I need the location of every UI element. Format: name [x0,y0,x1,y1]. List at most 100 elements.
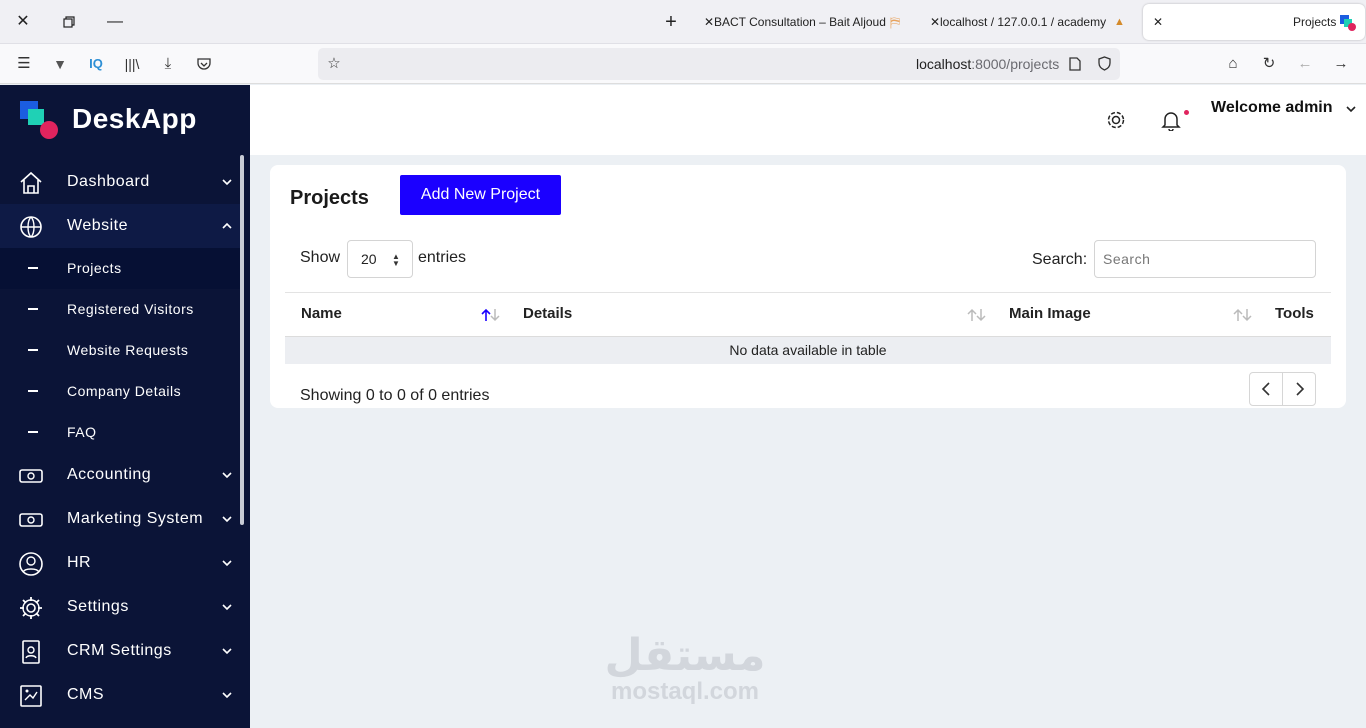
tab-bact-consultation[interactable]: ✕ BACT Consultation – Bait Aljoud ⛿ [702,4,912,40]
tab-title: localhost / 127.0.0.1 / academy [940,15,1107,29]
chevron-down-icon [222,648,232,655]
add-new-project-button[interactable]: Add New Project [400,175,561,215]
sidebar-item-dashboard[interactable]: Dashboard [0,160,240,204]
empty-table-message: No data available in table [285,337,1331,364]
chevron-down-icon[interactable] [1345,103,1357,115]
bookmark-star-icon[interactable]: ☆ [323,53,345,75]
user-menu-label[interactable]: Welcome admin [1211,99,1333,117]
sidebar-subitem-label: Website Requests [67,342,189,358]
sort-icon[interactable] [966,308,988,322]
table-info: Showing 0 to 0 of 0 entries [300,387,490,404]
pocket-icon[interactable] [193,53,215,75]
forward-arrow-icon[interactable]: → [1330,53,1352,75]
shield-icon[interactable] [1093,53,1115,75]
next-page-button[interactable] [1283,373,1316,405]
tab-title: Projects [1293,15,1337,29]
dash-icon [28,349,38,351]
sidebar-item-label: Accounting [67,466,152,483]
column-header-tools: Tools [1275,305,1314,322]
gear-icon [20,597,42,619]
home-icon[interactable]: ⌂ [1222,53,1244,75]
sidebar-item-hr[interactable]: HR [0,541,240,585]
tab-close-icon[interactable]: ✕ [930,4,940,40]
chevron-up-icon [222,222,232,229]
user-circle-icon [19,552,43,576]
reader-view-icon[interactable] [1064,53,1086,75]
sidebar-subitem-label: Company Details [67,383,182,399]
sort-asc-icon[interactable] [480,308,502,322]
sidebar-item-label: CMS [67,686,105,703]
window-minimize-icon[interactable]: — [104,11,126,33]
home-icon [20,171,42,194]
sidebar-item-marketing-system[interactable]: Marketing System [0,497,240,541]
tab-close-icon[interactable]: ✕ [1153,4,1163,40]
page-title: Projects [290,187,369,209]
chevron-down-icon [222,560,232,567]
chevron-down-icon [222,179,232,186]
sidebar-subitem-website-requests[interactable]: Website Requests [0,330,240,371]
chevron-down-icon [222,604,232,611]
dash-icon [28,431,38,433]
url-text[interactable]: localhost:8000/projects [916,48,1059,80]
download-icon[interactable]: ⤓ [157,53,179,75]
cash-icon [19,469,43,483]
vivaldi-extension-icon[interactable]: ▼ [49,53,71,75]
reload-icon[interactable]: ↻ [1258,53,1280,75]
sidebar-subitem-faq[interactable]: FAQ [0,412,240,453]
previous-page-button[interactable] [1250,373,1283,405]
browser-nav-bar: ☰ ▼ IQ |||\ ⤓ ☆ localhost:8000/projects … [0,44,1366,84]
show-label: Show [300,249,341,266]
sidebar-item-website[interactable]: Website [0,204,240,248]
notification-bell-icon[interactable] [1160,109,1182,131]
cash-icon [19,513,43,527]
tab-close-icon[interactable]: ✕ [704,4,714,40]
entries-per-page-select[interactable]: 20 ▲ ▼ [347,240,413,278]
tab-title: BACT Consultation – Bait Aljoud [714,15,886,29]
select-arrows-icon: ▲ ▼ [392,252,400,268]
deskapp-favicon-icon [1340,15,1356,31]
sidebar-item-label: Marketing System [67,510,204,527]
window-restore-icon[interactable] [58,11,80,33]
url-path: :8000/projects [971,56,1060,72]
sidebar-item-cms[interactable]: CMS [0,673,240,717]
sort-icon[interactable] [1232,308,1254,322]
column-header-details[interactable]: Details [523,305,572,322]
hamburger-menu-icon[interactable]: ☰ [13,53,35,75]
sidebar-item-accounting[interactable]: Accounting [0,453,240,497]
tab-phpmyadmin[interactable]: ✕ localhost / 127.0.0.1 / academy ▲ [928,4,1133,40]
cms-icon [20,685,42,707]
dash-icon [28,390,38,392]
back-arrow-icon[interactable]: ← [1294,53,1316,75]
pma-favicon-icon: ▲ [1114,16,1125,28]
iq-extension-icon[interactable]: IQ [85,53,107,75]
sidebar: DeskApp Dashboard Website Projects Regis… [0,85,250,728]
chevron-down-icon [222,692,232,699]
sidebar-scrollbar[interactable] [240,155,244,525]
search-label: Search: [1032,251,1088,268]
sidebar-item-label: Website [67,217,129,234]
sidebar-subitem-registered-visitors[interactable]: Registered Visitors [0,289,240,330]
id-badge-icon [22,640,40,664]
column-header-name[interactable]: Name [301,305,342,322]
sidebar-item-label: Dashboard [67,173,150,190]
sidebar-item-label: Settings [67,598,129,615]
tab-projects[interactable]: ✕ Projects [1143,4,1365,40]
settings-gear-icon[interactable] [1105,109,1127,131]
watermark: مستقل mostaql.com [600,632,770,704]
window-close-icon[interactable]: ✕ [12,11,34,33]
dash-icon [28,267,38,269]
sidebar-subitem-projects[interactable]: Projects [0,248,240,289]
deskapp-logo-icon [20,101,58,139]
sidebar-item-settings[interactable]: Settings [0,585,240,629]
watermark-latin: mostaql.com [610,678,760,705]
column-header-main-image[interactable]: Main Image [1009,305,1091,322]
watermark-arabic: مستقل [604,631,766,680]
sidebar-item-label: CRM Settings [67,642,172,659]
sidebar-item-crm-settings[interactable]: CRM Settings [0,629,240,673]
tab-favicon-icon: ⛿ [890,14,901,30]
url-bar[interactable]: ☆ localhost:8000/projects [318,48,1120,80]
sidebar-subitem-company-details[interactable]: Company Details [0,371,240,412]
search-input[interactable] [1094,240,1316,278]
library-icon[interactable]: |||\ [121,53,143,75]
new-tab-icon[interactable]: + [660,11,682,33]
